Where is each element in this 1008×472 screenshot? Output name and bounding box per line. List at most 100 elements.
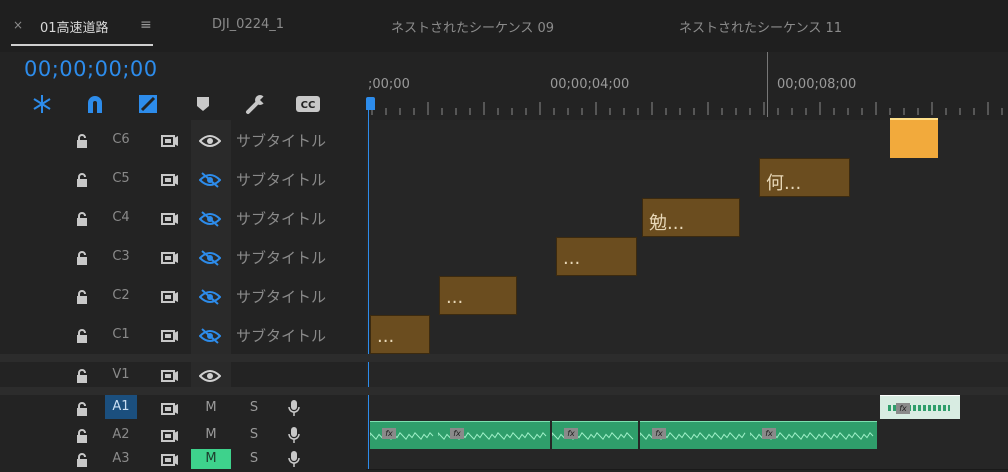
ruler-label-4: 00;00;04;00 bbox=[550, 77, 630, 92]
track-name[interactable]: C5 bbox=[105, 171, 137, 186]
track-lane-c1[interactable] bbox=[366, 315, 1008, 355]
track-name[interactable]: C4 bbox=[105, 210, 137, 225]
track-lane-a3[interactable] bbox=[366, 449, 1008, 470]
track-lane-c5[interactable] bbox=[366, 159, 1008, 199]
track-header-a2[interactable] bbox=[0, 420, 366, 449]
tab-nested-sequence-11[interactable]: ネストされたシーケンス 11 bbox=[679, 17, 842, 36]
track-lock-icon[interactable] bbox=[75, 133, 89, 148]
audio-clip[interactable]: fx bbox=[370, 421, 438, 449]
tab-01-highway[interactable]: 01高速道路 bbox=[40, 17, 109, 36]
sync-lock-icon[interactable] bbox=[161, 172, 179, 186]
captions-icon[interactable]: CC bbox=[295, 91, 321, 117]
audio-clip-a1[interactable]: fx bbox=[880, 394, 960, 419]
sync-lock-icon[interactable] bbox=[161, 328, 179, 342]
ruler-label-0: ;00;00 bbox=[368, 77, 410, 92]
work-area-marker bbox=[767, 52, 768, 117]
active-tab-indicator bbox=[11, 44, 153, 46]
sync-lock-icon[interactable] bbox=[161, 428, 179, 442]
fx-badge: fx bbox=[382, 428, 396, 439]
track-header-a3[interactable] bbox=[0, 449, 366, 469]
audio-clip[interactable]: fx bbox=[552, 421, 638, 449]
track-lock-icon[interactable] bbox=[75, 328, 89, 343]
eye-hidden-icon[interactable] bbox=[198, 288, 222, 305]
voiceover-record-mic-icon[interactable] bbox=[287, 426, 301, 444]
audio-clip[interactable]: fx bbox=[438, 421, 550, 449]
playhead-line[interactable] bbox=[368, 104, 369, 469]
eye-hidden-icon[interactable] bbox=[198, 327, 222, 344]
subtitle-clip[interactable]: ... bbox=[556, 237, 637, 276]
mute-button[interactable]: M bbox=[191, 449, 231, 469]
fx-badge: fx bbox=[896, 403, 910, 414]
sequence-tab-bar: × 01高速道路 ≡ DJI_0224_1 ネストされたシーケンス 09 ネスト… bbox=[0, 0, 1008, 52]
track-name[interactable]: C2 bbox=[105, 288, 137, 303]
sync-lock-icon[interactable] bbox=[161, 452, 179, 466]
solo-button[interactable]: S bbox=[243, 399, 265, 417]
eye-icon[interactable] bbox=[198, 368, 222, 382]
tab-menu-icon[interactable]: ≡ bbox=[140, 17, 152, 33]
track-name[interactable]: A2 bbox=[105, 427, 137, 442]
track-name[interactable]: A1 bbox=[105, 395, 137, 419]
track-separator bbox=[0, 354, 1008, 362]
voiceover-record-mic-icon[interactable] bbox=[287, 450, 301, 468]
close-tab-icon[interactable]: × bbox=[13, 18, 23, 32]
voiceover-record-mic-icon[interactable] bbox=[287, 399, 301, 417]
fx-badge: fx bbox=[450, 428, 464, 439]
ruler-label-8: 00;00;08;00 bbox=[777, 77, 857, 92]
subtitle-clip[interactable]: 何... bbox=[759, 158, 850, 197]
sync-lock-icon[interactable] bbox=[161, 133, 179, 147]
track-lock-icon[interactable] bbox=[75, 452, 89, 467]
track-header-v1[interactable] bbox=[0, 362, 366, 387]
track-label: サブタイトル bbox=[236, 131, 327, 150]
track-lock-icon[interactable] bbox=[75, 172, 89, 187]
add-marker-icon[interactable] bbox=[190, 91, 216, 117]
timeline-settings-wrench-icon[interactable] bbox=[243, 91, 269, 117]
track-lock-icon[interactable] bbox=[75, 401, 89, 416]
snap-icon[interactable] bbox=[82, 91, 108, 117]
sync-lock-icon[interactable] bbox=[161, 211, 179, 225]
solo-button[interactable]: S bbox=[243, 450, 265, 468]
track-name[interactable]: C1 bbox=[105, 327, 137, 342]
playhead-timecode[interactable]: 00;00;00;00 bbox=[24, 57, 158, 81]
sync-lock-icon[interactable] bbox=[161, 368, 179, 382]
solo-button[interactable]: S bbox=[243, 426, 265, 444]
track-name[interactable]: A3 bbox=[105, 451, 137, 466]
mute-button[interactable]: M bbox=[200, 426, 222, 444]
eye-icon[interactable] bbox=[198, 133, 222, 147]
track-label: サブタイトル bbox=[236, 209, 327, 228]
sync-lock-icon[interactable] bbox=[161, 250, 179, 264]
track-header-a1[interactable] bbox=[0, 395, 366, 420]
tab-nested-sequence-09[interactable]: ネストされたシーケンス 09 bbox=[391, 17, 554, 36]
tab-dji-0224-1[interactable]: DJI_0224_1 bbox=[212, 17, 284, 32]
audio-clip[interactable]: fx bbox=[750, 421, 877, 449]
track-lock-icon[interactable] bbox=[75, 211, 89, 226]
eye-hidden-icon[interactable] bbox=[198, 171, 222, 188]
track-separator bbox=[0, 387, 1008, 395]
linked-selection-icon[interactable] bbox=[135, 91, 161, 117]
sync-lock-icon[interactable] bbox=[161, 401, 179, 415]
track-label: サブタイトル bbox=[236, 248, 327, 267]
mute-button[interactable]: M bbox=[200, 399, 222, 417]
eye-hidden-icon[interactable] bbox=[198, 210, 222, 227]
track-name[interactable]: C6 bbox=[105, 132, 137, 147]
track-lock-icon[interactable] bbox=[75, 368, 89, 383]
time-ruler[interactable] bbox=[366, 52, 1008, 121]
fx-badge: fx bbox=[564, 428, 578, 439]
audio-clip[interactable]: fx bbox=[640, 421, 750, 449]
subtitle-clip[interactable]: ... bbox=[439, 276, 517, 315]
sync-lock-icon[interactable] bbox=[161, 289, 179, 303]
insert-overwrite-icon[interactable] bbox=[29, 91, 55, 117]
timeline-track-area[interactable]: ;00;00 00;00;04;00 00;00;08;00 何... 勉....… bbox=[366, 52, 1008, 470]
track-lock-icon[interactable] bbox=[75, 428, 89, 443]
subtitle-clip[interactable]: 勉... bbox=[642, 198, 740, 237]
fx-badge: fx bbox=[762, 428, 776, 439]
track-lock-icon[interactable] bbox=[75, 250, 89, 265]
track-label: サブタイトル bbox=[236, 170, 327, 189]
track-name[interactable]: C3 bbox=[105, 249, 137, 264]
subtitle-clip[interactable]: ... bbox=[370, 315, 430, 354]
track-lock-icon[interactable] bbox=[75, 289, 89, 304]
track-name[interactable]: V1 bbox=[105, 367, 137, 382]
track-lane-c3[interactable] bbox=[366, 237, 1008, 277]
track-lane-v1[interactable] bbox=[366, 362, 1008, 388]
selected-subtitle-clip[interactable] bbox=[890, 118, 938, 158]
eye-hidden-icon[interactable] bbox=[198, 249, 222, 266]
